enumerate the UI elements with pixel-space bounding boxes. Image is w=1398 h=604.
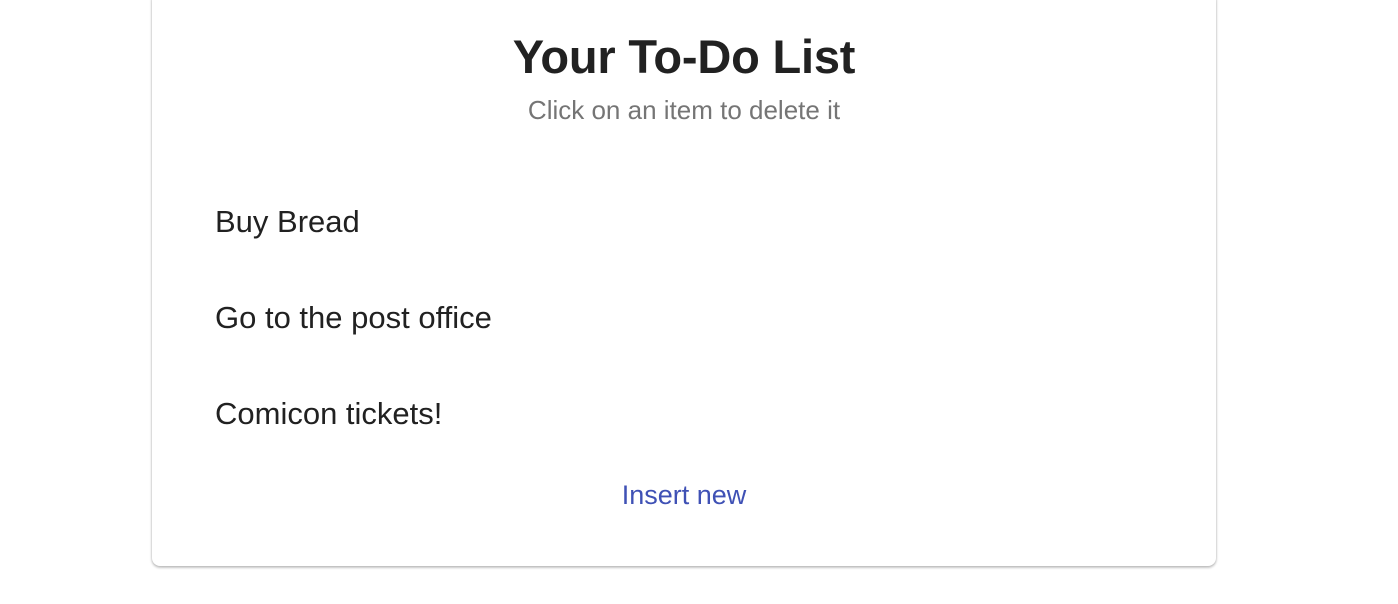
todo-item-buy-bread[interactable]: Buy Bread: [152, 174, 1216, 270]
todo-item-post-office[interactable]: Go to the post office: [152, 270, 1216, 366]
card-subtitle: Click on an item to delete it: [527, 95, 841, 125]
todo-list: Buy Bread Go to the post office Comicon …: [152, 174, 1216, 462]
todo-item-comicon-tickets[interactable]: Comicon tickets!: [152, 366, 1216, 462]
todo-card: Your To-Do List Click on an item to dele…: [152, 0, 1216, 566]
card-title: Your To-Do List: [512, 30, 856, 83]
insert-new-button[interactable]: Insert new: [610, 472, 759, 518]
